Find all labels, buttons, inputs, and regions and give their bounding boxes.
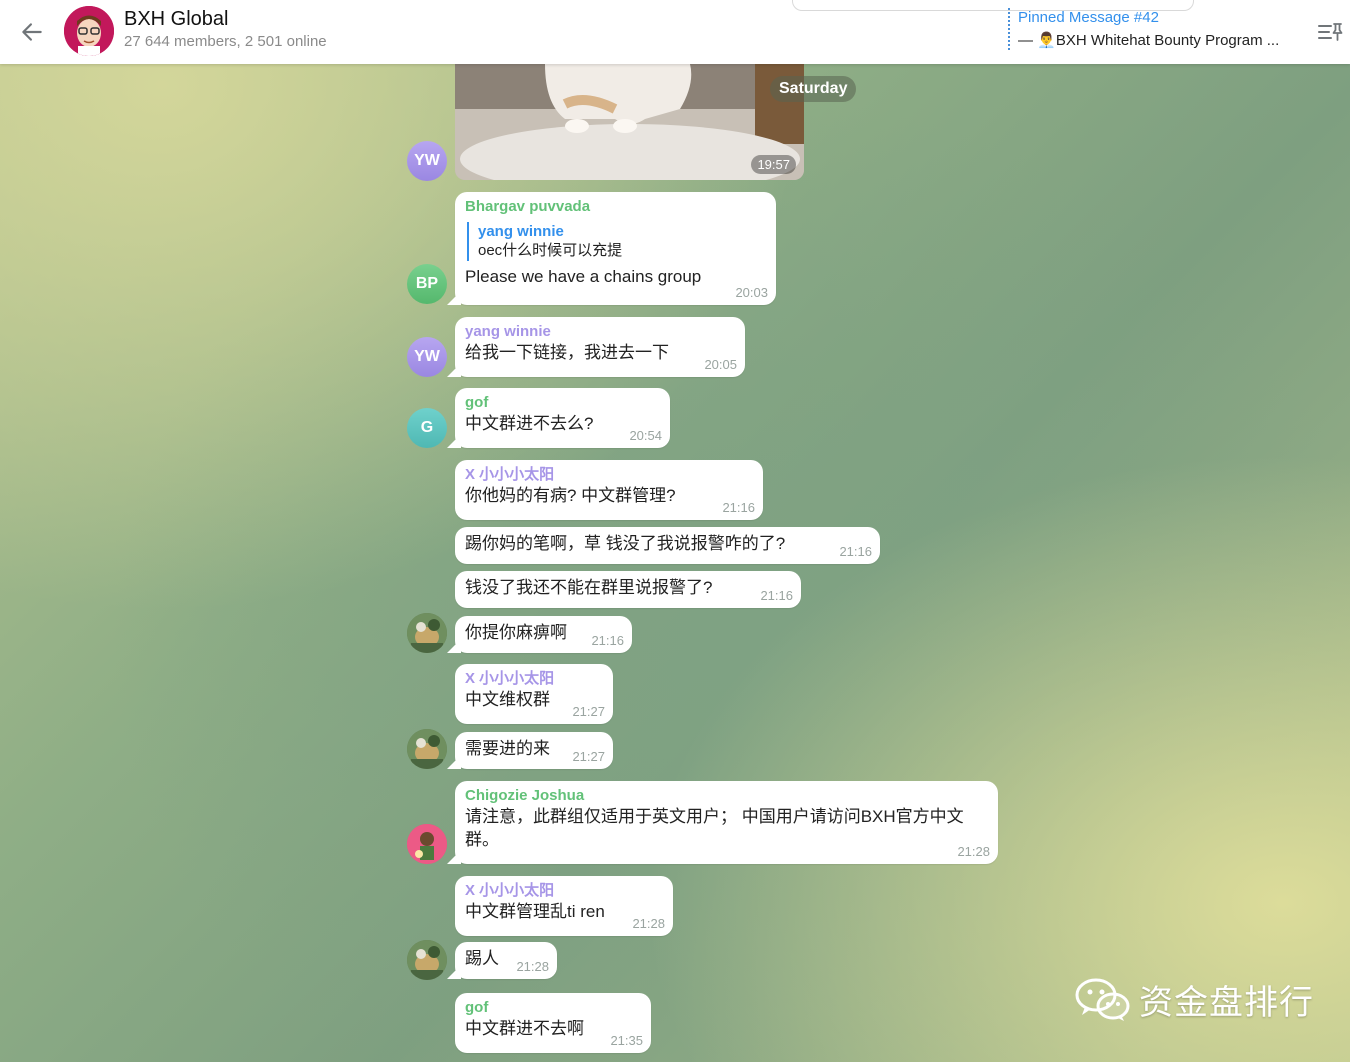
photo-message[interactable]: 19:57 — [455, 64, 804, 180]
sender-name[interactable]: X 小小小太阳 — [465, 882, 663, 900]
message-time: 21:27 — [572, 704, 605, 719]
sender-name[interactable]: yang winnie — [465, 323, 735, 341]
message-text: 给我一下链接，我进去一下 — [465, 343, 669, 362]
avatar-bhargav[interactable]: BP — [407, 264, 447, 304]
message-time: 20:03 — [735, 285, 768, 300]
group-avatar[interactable] — [64, 6, 114, 56]
message-time: 21:16 — [760, 588, 793, 603]
avatar-chigozie[interactable] — [407, 824, 447, 864]
message-bubble[interactable]: 踢人 21:28 — [455, 942, 557, 979]
message-time: 21:16 — [591, 633, 624, 648]
message-bubble[interactable]: yang winnie 给我一下链接，我进去一下 20:05 — [455, 317, 745, 377]
message-time: 21:35 — [610, 1033, 643, 1048]
message-bubble[interactable]: 需要进的来 21:27 — [455, 732, 613, 769]
avatar-photo-user[interactable] — [407, 613, 447, 653]
pinned-indicator — [1008, 8, 1013, 50]
date-separator: Saturday — [770, 76, 857, 102]
message-text: 请注意，此群组仅适用于英文用户； 中国用户请访问BXH官方中文群。 — [465, 807, 964, 849]
avatar-photo-user[interactable] — [407, 940, 447, 980]
sender-name[interactable]: Chigozie Joshua — [465, 787, 988, 805]
avatar-gof[interactable]: G — [407, 408, 447, 448]
reply-text: oec什么时候可以充提 — [478, 242, 623, 259]
sender-name[interactable]: gof — [465, 394, 660, 412]
message-text: 需要进的来 — [465, 739, 550, 758]
message-time: 21:27 — [572, 749, 605, 764]
message-bubble[interactable]: X 小小小太阳 中文维权群 21:27 — [455, 664, 613, 724]
message-text: 踢人 — [465, 949, 499, 968]
chat-header: BXH Global 27 644 members, 2 501 online … — [0, 0, 1350, 64]
message-bubble[interactable]: gof 中文群进不去啊 21:35 — [455, 993, 651, 1053]
message-time: 21:16 — [722, 500, 755, 515]
sender-name[interactable]: X 小小小太阳 — [465, 466, 753, 484]
message-text: Please we have a chains group — [465, 267, 702, 286]
message-time: 21:28 — [632, 916, 665, 931]
message-time: 21:28 — [516, 959, 549, 974]
message-time: 21:28 — [957, 844, 990, 859]
pinned-message-preview[interactable]: — 👨‍💼BXH Whitehat Bounty Program ... — [1018, 31, 1279, 49]
message-text: 钱没了我还不能在群里说报警了? — [465, 578, 713, 597]
message-bubble[interactable]: X 小小小太阳 中文群管理乱ti ren 21:28 — [455, 876, 673, 936]
sender-name[interactable]: gof — [465, 999, 641, 1017]
avatar-yang-winnie[interactable]: YW — [407, 337, 447, 377]
member-count: 27 644 members, 2 501 online — [124, 33, 327, 50]
message-text: 中文群进不去么? — [465, 414, 594, 433]
message-time: 21:16 — [839, 544, 872, 559]
message-text: 踢你妈的笔啊，草 钱没了我说报警咋的了? — [465, 534, 786, 553]
reply-sender: yang winnie — [478, 223, 564, 240]
message-bubble[interactable]: Bhargav puvvada yang winnie oec什么时候可以充提 … — [455, 192, 776, 305]
message-bubble[interactable]: Chigozie Joshua 请注意，此群组仅适用于英文用户； 中国用户请访问… — [455, 781, 998, 864]
message-text: 中文群进不去啊 — [465, 1019, 584, 1038]
message-time: 20:54 — [629, 428, 662, 443]
message-time: 20:05 — [704, 357, 737, 372]
pinned-list-icon[interactable] — [1316, 18, 1344, 46]
message-text: 你他妈的有病? 中文群管理? — [465, 486, 676, 505]
sender-name[interactable]: X 小小小太阳 — [465, 670, 603, 688]
message-text: 中文维权群 — [465, 690, 550, 709]
watermark: 资金盘排行 — [1075, 975, 1314, 1024]
message-bubble[interactable]: 你提你麻痹啊 21:16 — [455, 616, 632, 653]
photo-time: 19:57 — [751, 155, 796, 174]
watermark-text: 资金盘排行 — [1139, 984, 1314, 1022]
group-title[interactable]: BXH Global — [124, 8, 229, 31]
message-bubble[interactable]: gof 中文群进不去么? 20:54 — [455, 388, 670, 448]
message-bubble[interactable]: X 小小小太阳 你他妈的有病? 中文群管理? 21:16 — [455, 460, 763, 520]
message-bubble[interactable]: 钱没了我还不能在群里说报警了? 21:16 — [455, 571, 801, 608]
message-text: 中文群管理乱ti ren — [465, 902, 605, 921]
pinned-message-title[interactable]: Pinned Message #42 — [1018, 9, 1159, 26]
message-bubble[interactable]: 踢你妈的笔啊，草 钱没了我说报警咋的了? 21:16 — [455, 527, 880, 564]
wechat-icon — [1075, 978, 1130, 1021]
sender-name[interactable]: Bhargav puvvada — [465, 198, 766, 216]
back-arrow-icon[interactable] — [16, 16, 48, 48]
message-text: 你提你麻痹啊 — [465, 623, 567, 642]
avatar-photo-user[interactable] — [407, 729, 447, 769]
avatar-yang-winnie[interactable]: YW — [407, 141, 447, 181]
reply-quote[interactable]: yang winnie oec什么时候可以充提 — [467, 222, 766, 261]
